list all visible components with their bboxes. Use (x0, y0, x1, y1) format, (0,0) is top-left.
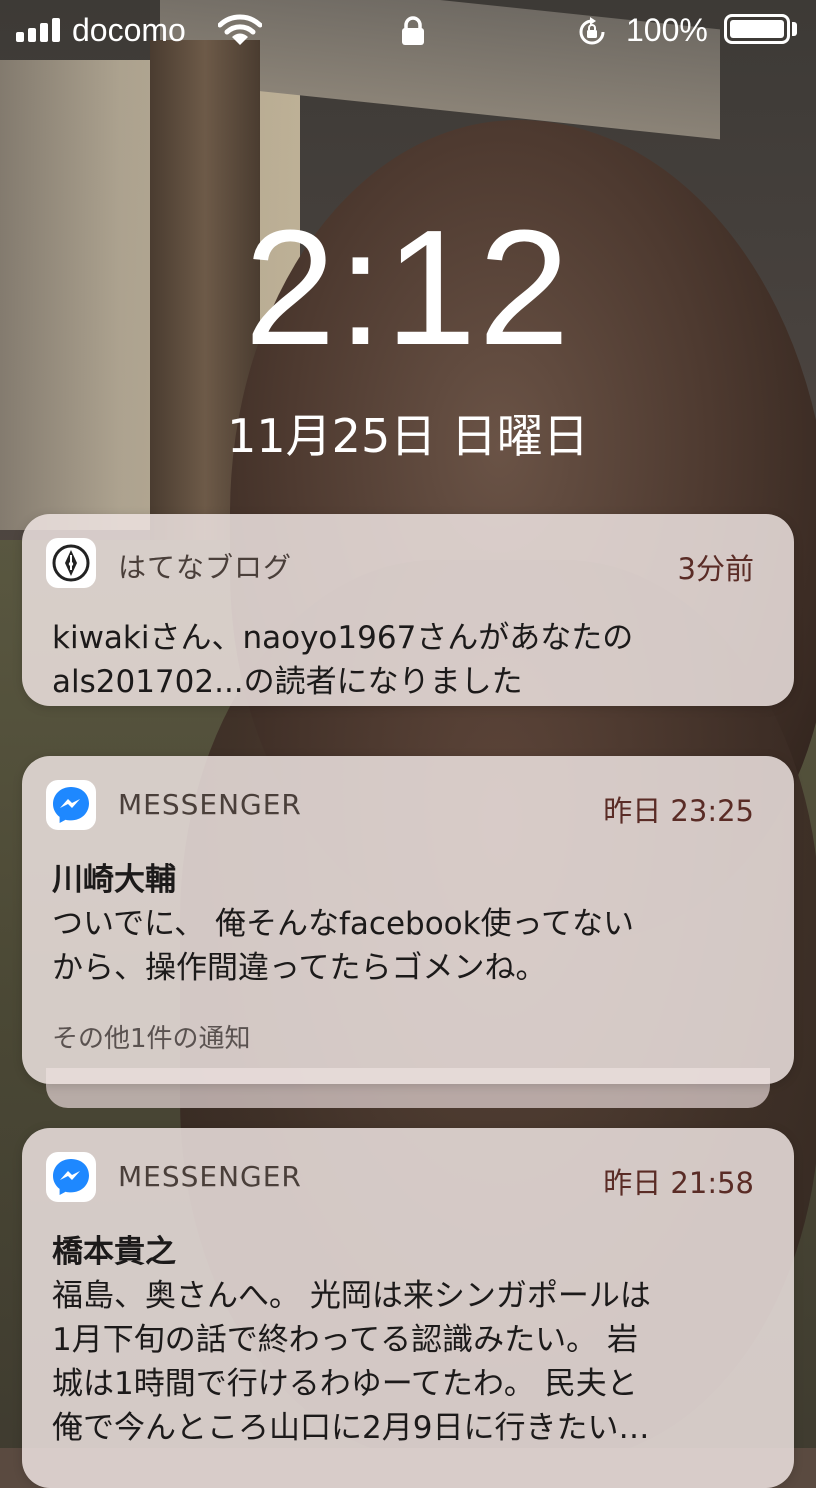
battery-tip (792, 22, 797, 36)
app-name: はてなブログ (118, 551, 293, 584)
messenger-icon (46, 780, 96, 830)
status-bar: docomo 100% (0, 0, 816, 64)
carrier-name: docomo (72, 12, 186, 48)
notification-messenger-2[interactable]: MESSENGER 昨日 21:58 橋本貴之 福島、奥さんへ。 光岡は来シンガ… (22, 1128, 794, 1488)
body-line: als201702...の読者になりました (52, 664, 523, 700)
notification-header: はてなブログ 3分前 (46, 538, 754, 588)
notification-time: 3分前 (677, 552, 754, 586)
notification-header: MESSENGER 昨日 23:25 (46, 780, 754, 830)
wifi-icon (217, 14, 263, 50)
notification-time: 昨日 21:58 (603, 1166, 754, 1200)
app-name: MESSENGER (118, 1160, 302, 1193)
notification-body: kiwakiさん、naoyo1967さんがあなたの als201702...の読… (52, 616, 764, 704)
lock-screen-date: 11月25日 日曜日 (227, 409, 589, 463)
notification-time: 昨日 23:25 (603, 794, 754, 828)
body-line: 城は1時間で行けるわゆーてたわ。 民夫と (52, 1366, 638, 1402)
battery-icon (724, 14, 790, 44)
battery-percent: 100% (626, 12, 708, 48)
body-line: 俺で今んところ山口に2月9日に行きたい… (52, 1410, 650, 1446)
hatena-blog-icon (46, 538, 96, 588)
app-name: MESSENGER (118, 788, 302, 821)
sender-name: 川崎大輔 (52, 862, 176, 898)
notification-body: 橋本貴之 福島、奥さんへ。 光岡は来シンガポールは 1月下旬の話で終わってる認識… (52, 1230, 764, 1450)
more-notifications-label: その他1件の通知 (52, 1024, 251, 1054)
body-line: 福島、奥さんへ。 光岡は来シンガポールは (52, 1278, 651, 1314)
messenger-icon (46, 1152, 96, 1202)
sender-name: 橋本貴之 (52, 1234, 176, 1270)
body-line: kiwakiさん、naoyo1967さんがあなたの (52, 620, 634, 656)
notification-header: MESSENGER 昨日 21:58 (46, 1152, 754, 1202)
notification-hatena-blog[interactable]: はてなブログ 3分前 kiwakiさん、naoyo1967さんがあなたの als… (22, 514, 794, 706)
body-line: から、操作間違ってたらゴメンね。 (52, 950, 547, 986)
body-line: ついでに、 俺そんなfacebook使ってない (52, 906, 635, 942)
notification-body: 川崎大輔 ついでに、 俺そんなfacebook使ってない から、操作間違ってたら… (52, 858, 764, 990)
signal-icon (16, 18, 60, 42)
body-line: 1月下旬の話で終わってる認識みたい。 岩 (52, 1322, 639, 1358)
lock-screen-time: 2:12 (244, 196, 572, 379)
notification-messenger-1[interactable]: MESSENGER 昨日 23:25 川崎大輔 ついでに、 俺そんなfacebo… (22, 756, 794, 1084)
rotation-lock-icon (576, 16, 608, 52)
lock-icon (400, 16, 426, 50)
